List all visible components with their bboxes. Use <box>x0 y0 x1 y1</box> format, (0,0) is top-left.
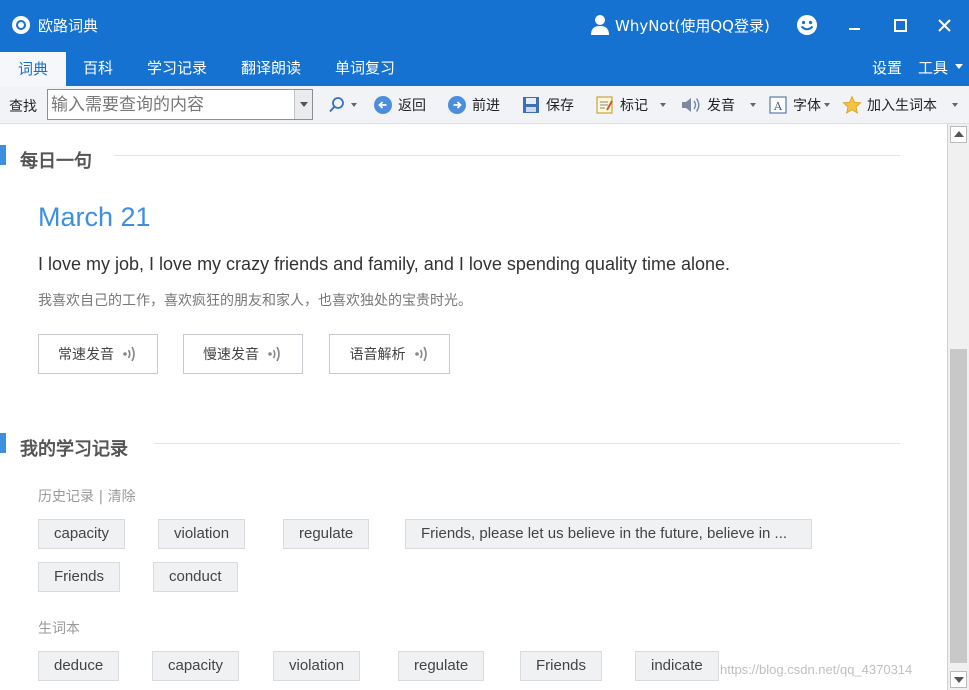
history-item[interactable]: violation <box>158 519 246 549</box>
font-button[interactable]: A 字体 <box>768 91 830 119</box>
pronounce-button[interactable]: 发音 <box>680 91 756 119</box>
section-accent-bar <box>0 145 6 165</box>
speech-analysis-button[interactable]: 语音解析 <box>329 334 450 374</box>
history-header: 历史记录 | 清除 <box>38 486 136 506</box>
app-logo-icon <box>12 16 30 34</box>
save-button[interactable]: 保存 <box>521 91 574 119</box>
section-divider <box>154 443 900 444</box>
chevron-down-icon[interactable] <box>750 103 756 107</box>
history-item[interactable]: Friends <box>38 562 121 592</box>
history-label: 历史记录 | <box>38 489 104 505</box>
user-icon[interactable] <box>590 14 610 36</box>
scroll-up-arrow-icon[interactable] <box>950 126 967 143</box>
vertical-scrollbar[interactable] <box>947 124 969 690</box>
window-title: 欧路词典 <box>38 17 99 35</box>
wordbook-item[interactable]: violation <box>273 651 361 681</box>
sound-wave-icon <box>414 346 427 362</box>
star-icon <box>842 95 862 114</box>
search-history-dropdown[interactable] <box>294 90 312 119</box>
tab-encyclopedia[interactable]: 百科 <box>66 50 130 86</box>
speaker-icon <box>682 98 700 112</box>
daily-sentence-chinese: 我喜欢自己的工作，喜欢疯狂的朋友和家人，也喜欢独处的宝贵时光。 <box>38 293 472 309</box>
mark-button[interactable]: 标记 <box>595 91 666 119</box>
main-content: 每日一句 March 21 I love my job, I love my c… <box>0 124 947 690</box>
save-label: 保存 <box>546 98 574 114</box>
daily-date: March 21 <box>38 202 151 232</box>
save-icon <box>523 97 539 113</box>
daily-sentence-english[interactable]: I love my job, I love my crazy friends a… <box>38 254 730 275</box>
add-to-wordbook-button[interactable]: 加入生词本 <box>842 91 958 119</box>
daily-sentence-title: 每日一句 <box>20 151 92 172</box>
back-button[interactable]: 返回 <box>373 91 426 119</box>
slow-speed-audio-button[interactable]: 慢速发音 <box>183 334 303 374</box>
scrollbar-thumb[interactable] <box>950 349 967 663</box>
forward-arrow-icon <box>448 96 466 114</box>
font-label: 字体 <box>793 98 821 114</box>
tab-bar: 词典 百科 学习记录 翻译朗读 单词复习 设置 工具 <box>0 50 969 86</box>
chevron-down-icon[interactable] <box>660 103 666 107</box>
wordbook-item[interactable]: deduce <box>38 651 120 681</box>
smile-icon[interactable] <box>796 14 818 36</box>
section-divider <box>114 155 900 156</box>
section-accent-bar <box>0 433 6 453</box>
speech-analysis-label: 语音解析 <box>349 347 406 363</box>
history-item[interactable]: regulate <box>283 519 370 549</box>
slow-speed-audio-label: 慢速发音 <box>203 347 259 363</box>
sound-wave-icon <box>268 346 280 362</box>
add-to-wordbook-label: 加入生词本 <box>867 98 937 114</box>
tab-translate-read[interactable]: 翻译朗读 <box>224 50 318 86</box>
normal-speed-audio-button[interactable]: 常速发音 <box>38 334 158 374</box>
search-label: 查找 <box>9 99 37 115</box>
mark-label: 标记 <box>620 98 648 114</box>
minimize-button[interactable] <box>840 10 870 40</box>
wordbook-label: 生词本 <box>38 621 80 637</box>
forward-label: 前进 <box>472 98 500 114</box>
chevron-down-icon[interactable] <box>824 103 830 107</box>
tab-word-review[interactable]: 单词复习 <box>318 50 412 86</box>
watermark: https://blog.csdn.net/qq_4370314 <box>720 662 913 677</box>
forward-button[interactable]: 前进 <box>447 91 500 119</box>
history-item[interactable]: Friends, please let us believe in the fu… <box>405 519 812 549</box>
sound-wave-icon <box>123 346 135 362</box>
svg-text:A: A <box>773 100 783 113</box>
wordbook-item[interactable]: indicate <box>635 651 719 681</box>
back-arrow-icon <box>374 96 392 114</box>
maximize-button[interactable] <box>886 10 916 40</box>
chevron-down-icon[interactable] <box>351 103 357 107</box>
back-label: 返回 <box>398 98 426 114</box>
search-button[interactable] <box>328 91 357 119</box>
title-bar: 欧路词典 WhyNot(使用QQ登录) <box>0 0 969 50</box>
chevron-down-icon[interactable] <box>952 103 958 107</box>
search-icon <box>329 97 344 113</box>
notepad-icon <box>596 96 613 114</box>
scroll-down-arrow-icon[interactable] <box>950 671 967 688</box>
tab-learning-records[interactable]: 学习记录 <box>130 50 224 86</box>
history-item[interactable]: capacity <box>38 519 126 549</box>
wordbook-item[interactable]: regulate <box>398 651 485 681</box>
search-box <box>47 89 313 120</box>
chevron-down-icon[interactable] <box>955 64 963 69</box>
clear-history-link[interactable]: 清除 <box>108 489 136 505</box>
wordbook-item[interactable]: Friends <box>520 651 603 681</box>
close-button[interactable] <box>930 10 960 40</box>
wordbook-item[interactable]: capacity <box>152 651 240 681</box>
user-name[interactable]: WhyNot(使用QQ登录) <box>615 15 770 36</box>
pronounce-label: 发音 <box>707 98 735 114</box>
history-item[interactable]: conduct <box>153 562 238 592</box>
font-icon: A <box>769 96 787 114</box>
toolbar: 查找 返回 前进 保存 <box>0 86 969 124</box>
normal-speed-audio-label: 常速发音 <box>58 347 114 363</box>
tab-dictionary[interactable]: 词典 <box>0 50 66 86</box>
search-input[interactable] <box>51 92 293 117</box>
learning-records-title: 我的学习记录 <box>20 439 128 460</box>
settings-menu[interactable]: 设置 <box>872 50 902 86</box>
tools-menu[interactable]: 工具 <box>918 50 948 86</box>
